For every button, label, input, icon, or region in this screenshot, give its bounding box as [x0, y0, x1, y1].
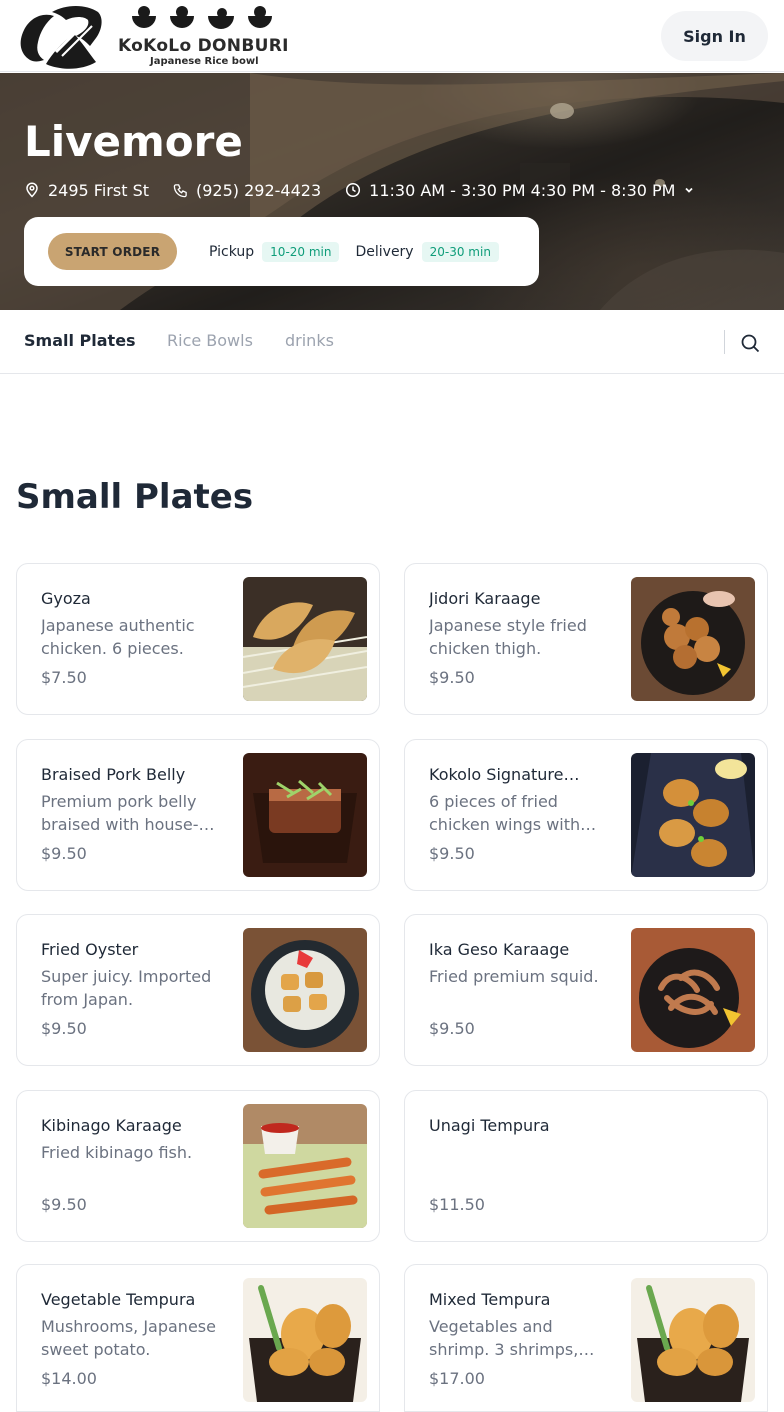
menu-item-name: Vegetable Tempura [41, 1290, 196, 1309]
menu-item-name: Fried Oyster [41, 940, 139, 959]
menu-item-photo [631, 577, 755, 701]
phone-text: (925) 292-4423 [196, 180, 322, 200]
menu-item-card[interactable]: Gyoza Japanese authentic chicken. 6 piec… [16, 563, 380, 715]
menu-item-description: Japanese style fried chicken thigh. [429, 616, 587, 658]
menu-item-description: Vegetables and shrimp. 3 shrimps, vegeta… [429, 1317, 579, 1359]
section-title: Small Plates [16, 477, 254, 517]
tab-small-plates[interactable]: Small Plates [24, 331, 136, 350]
menu-item-name: Jidori Karaage [429, 589, 541, 608]
delivery-time-badge: 20-30 min [421, 241, 499, 262]
menu-item-price: $14.00 [41, 1369, 97, 1388]
menu-item-card[interactable]: Fried Oyster Super juicy. Imported from … [16, 914, 380, 1066]
menu-item-description: 6 pieces of fried chicken wings with sig… [429, 792, 581, 834]
menu-item-card[interactable]: Mixed Tempura Vegetables and shrimp. 3 s… [404, 1264, 768, 1412]
map-pin-icon [26, 182, 38, 198]
menu-item-card[interactable]: Kibinago Karaage Fried kibinago fish. $9… [16, 1090, 380, 1242]
menu-item-description: Fried kibinago fish. [41, 1143, 193, 1162]
order-options-card: START ORDER Pickup 10-20 min Delivery 20… [24, 217, 539, 286]
menu-item-name: Kibinago Karaage [41, 1116, 182, 1135]
category-tabs: Small Plates Rice Bowls drinks [0, 310, 784, 374]
brand-tagline: Japanese Rice bowl [150, 56, 259, 67]
menu-item-price: $9.50 [429, 844, 475, 863]
location-hero: Livemore 2495 First St (925) 292-4423 11… [0, 73, 784, 310]
brand-logo[interactable]: KoKoLo DONBURI Japanese Rice bowl [16, 2, 288, 70]
menu-item-photo [243, 928, 367, 1052]
location-info-row: 2495 First St (925) 292-4423 11:30 AM - … [24, 179, 727, 201]
phone-icon [173, 183, 187, 197]
menu-item-price: $9.50 [41, 1019, 87, 1038]
start-order-button[interactable]: START ORDER [48, 233, 177, 270]
phone-item[interactable]: (925) 292-4423 [173, 181, 321, 200]
tab-rice-bowls[interactable]: Rice Bowls [167, 331, 253, 350]
pickup-label: Pickup [209, 243, 255, 260]
menu-item-name: Kokolo Signature… [429, 765, 580, 784]
menu-item-photo [243, 753, 367, 877]
sign-in-button[interactable]: Sign In [661, 11, 768, 61]
hours-item[interactable]: 11:30 AM - 3:30 PM 4:30 PM - 8:30 PM [345, 181, 703, 200]
chevron-down-icon [685, 187, 694, 193]
menu-item-card[interactable]: Kokolo Signature… 6 pieces of fried chic… [404, 739, 768, 891]
menu-item-card[interactable]: Unagi Tempura $11.50 [404, 1090, 768, 1242]
menu-item-card[interactable]: Jidori Karaage Japanese style fried chic… [404, 563, 768, 715]
menu-item-price: $9.50 [429, 1019, 475, 1038]
menu-item-price: $9.50 [41, 1195, 87, 1214]
top-bar: KoKoLo DONBURI Japanese Rice bowl Sign I… [0, 0, 784, 72]
address-text: 2495 First St [48, 180, 149, 200]
menu-item-photo [243, 577, 367, 701]
menu-item-description: Fried premium squid. [429, 967, 599, 986]
menu-item-photo [631, 753, 755, 877]
menu-item-price: $9.50 [429, 668, 475, 687]
tab-drinks[interactable]: drinks [285, 331, 334, 350]
menu-item-name: Ika Geso Karaage [429, 940, 570, 959]
menu-item-price: $17.00 [429, 1369, 485, 1388]
tabs-divider [724, 330, 725, 354]
hours-text: 11:30 AM - 3:30 PM 4:30 PM - 8:30 PM [369, 180, 676, 200]
menu-item-description: Japanese authentic chicken. 6 pieces. [41, 616, 195, 658]
brand-logo-mark [20, 6, 102, 69]
menu-item-price: $11.50 [429, 1195, 485, 1214]
menu-item-card[interactable]: Vegetable Tempura Mushrooms, Japanese sw… [16, 1264, 380, 1412]
menu-item-name: Unagi Tempura [429, 1116, 550, 1135]
menu-item-price: $7.50 [41, 668, 87, 687]
pickup-time-badge: 10-20 min [262, 241, 340, 262]
delivery-label: Delivery [355, 243, 414, 260]
menu-item-name: Gyoza [41, 589, 91, 608]
brand-name: KoKoLo DONBURI [118, 36, 289, 56]
menu-item-card[interactable]: Ika Geso Karaage Fried premium squid. $9… [404, 914, 768, 1066]
menu-item-description: Premium pork belly braised with house-ma… [41, 792, 199, 834]
menu-item-description: Super juicy. Imported from Japan. [41, 967, 212, 1009]
menu-item-photo [631, 928, 755, 1052]
menu-item-name: Mixed Tempura [429, 1290, 551, 1309]
clock-icon [346, 182, 361, 198]
menu-item-photo [243, 1278, 367, 1402]
menu-item-photo [631, 1278, 755, 1402]
menu-item-price: $9.50 [41, 844, 87, 863]
pickup-option[interactable]: Pickup 10-20 min [209, 241, 340, 262]
delivery-option[interactable]: Delivery 20-30 min [355, 241, 499, 262]
address-item[interactable]: 2495 First St [24, 181, 149, 200]
search-icon[interactable] [738, 331, 762, 355]
location-city: Livemore [24, 117, 243, 166]
menu-item-description: Mushrooms, Japanese sweet potato. [41, 1317, 216, 1359]
menu-item-card[interactable]: Braised Pork Belly Premium pork belly br… [16, 739, 380, 891]
menu-item-name: Braised Pork Belly [41, 765, 186, 784]
menu-item-photo [243, 1104, 367, 1228]
brand-bowls-graphic [132, 6, 272, 29]
